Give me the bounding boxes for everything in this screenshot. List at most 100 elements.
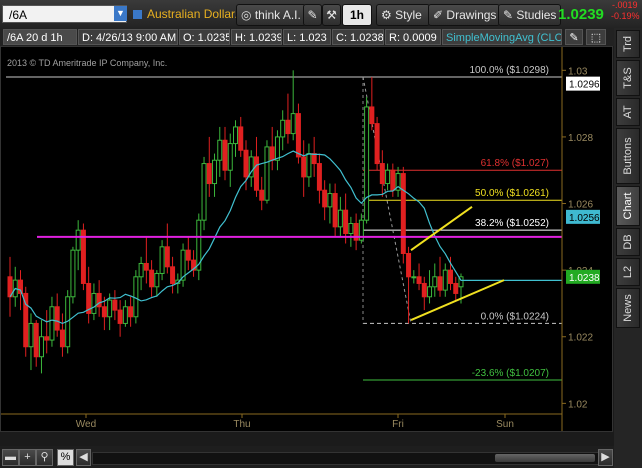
tab-trd[interactable]: Trd (616, 30, 640, 58)
candle-body[interactable] (432, 276, 438, 288)
candle-body[interactable] (75, 229, 81, 251)
tab-db[interactable]: DB (616, 228, 640, 256)
candle-body[interactable] (33, 322, 39, 358)
candle-body[interactable] (348, 223, 354, 235)
scroll-left-button[interactable]: ◀ (76, 449, 91, 466)
candle-body[interactable] (70, 249, 76, 298)
candle-body[interactable] (170, 266, 176, 284)
candle-body[interactable] (280, 119, 286, 138)
candle-body[interactable] (311, 153, 317, 165)
price-chart[interactable]: 2013 © TD Ameritrade IP Company, Inc. 10… (0, 46, 613, 432)
candle-body[interactable] (274, 136, 280, 161)
candle-body[interactable] (222, 139, 228, 171)
candle-body[interactable] (128, 306, 134, 318)
candle-body[interactable] (122, 306, 128, 324)
candle-body[interactable] (343, 209, 349, 235)
think-ai-button[interactable]: ◎ think A.I. (236, 4, 306, 26)
candle-body[interactable] (185, 249, 191, 261)
scrollbar-thumb[interactable] (495, 454, 595, 462)
tab-at[interactable]: AT (616, 98, 640, 126)
candle-body[interactable] (316, 163, 322, 191)
scroll-right-button[interactable]: ▶ (598, 449, 613, 466)
header-study-sma[interactable]: SimpleMovingAvg (CLO... (442, 29, 562, 45)
candle-body[interactable] (206, 163, 212, 185)
tab-ts[interactable]: T&S (616, 60, 640, 96)
drawings-button[interactable]: ✐ Drawings (428, 4, 500, 26)
candle-body[interactable] (243, 149, 249, 178)
candle-body[interactable] (38, 336, 44, 358)
candle-body[interactable] (442, 269, 448, 291)
zoom-out-button[interactable]: ▬ (2, 449, 19, 466)
candle-body[interactable] (264, 146, 270, 201)
drawing-tool-button[interactable]: ✎ (303, 4, 322, 26)
candle-body[interactable] (364, 106, 370, 221)
candle-body[interactable] (411, 276, 417, 279)
style-button[interactable]: ⚙ Style (376, 4, 430, 26)
candle-body[interactable] (295, 113, 301, 158)
candle-body[interactable] (374, 123, 380, 165)
price-chart-svg[interactable]: 2013 © TD Ameritrade IP Company, Inc. 10… (1, 47, 612, 431)
candle-body[interactable] (369, 106, 375, 125)
candle-body[interactable] (390, 169, 396, 191)
candle-body[interactable] (49, 306, 55, 341)
tab-buttons[interactable]: Buttons (616, 128, 640, 184)
candle-body[interactable] (253, 156, 259, 191)
candle-body[interactable] (332, 193, 338, 228)
candle-body[interactable] (149, 269, 155, 288)
candle-body[interactable] (154, 272, 160, 288)
candle-body[interactable] (285, 119, 291, 135)
candle-body[interactable] (269, 146, 275, 161)
candle-body[interactable] (59, 329, 65, 348)
candle-body[interactable] (406, 252, 412, 278)
studies-button[interactable]: ✎ Studies (498, 4, 561, 26)
candle-body[interactable] (327, 193, 333, 208)
candle-body[interactable] (453, 282, 459, 294)
candle-body[interactable] (427, 286, 433, 298)
candle-body[interactable] (400, 173, 406, 254)
info-icon[interactable] (133, 10, 142, 19)
zoom-fit-button[interactable]: ⚲ (36, 449, 53, 466)
zoom-in-button[interactable]: + (19, 449, 36, 466)
interval-button[interactable]: 1h (342, 4, 372, 26)
candle-body[interactable] (379, 163, 385, 185)
tab-news[interactable]: News (616, 288, 640, 328)
candle-body[interactable] (217, 139, 223, 161)
candle-body[interactable] (91, 292, 97, 314)
candle-body[interactable] (385, 169, 391, 185)
candle-body[interactable] (437, 276, 443, 291)
crosshair-tool-button[interactable]: ⚒ (322, 4, 341, 26)
header-settings-button[interactable]: ✎ (565, 29, 583, 45)
candle-body[interactable] (164, 246, 170, 268)
candle-body[interactable] (117, 309, 123, 324)
horizontal-scrollbar[interactable] (92, 452, 599, 465)
candle-body[interactable] (159, 246, 165, 274)
candle-body[interactable] (44, 336, 50, 341)
candle-body[interactable] (301, 156, 307, 178)
candle-body[interactable] (80, 229, 86, 284)
candle-body[interactable] (337, 209, 343, 228)
candle-body[interactable] (201, 163, 207, 221)
channel-upper-line[interactable] (410, 206, 473, 251)
candle-body[interactable] (112, 299, 118, 311)
candle-body[interactable] (306, 153, 312, 178)
candle-body[interactable] (259, 189, 265, 201)
candle-body[interactable] (28, 322, 34, 348)
header-maximize-button[interactable]: ⬚ (586, 29, 606, 45)
candle-body[interactable] (143, 262, 149, 271)
candle-body[interactable] (227, 143, 233, 171)
candle-body[interactable] (107, 299, 113, 318)
symbol-input[interactable]: /6A (2, 5, 127, 23)
percent-button[interactable]: % (57, 449, 74, 466)
candle-body[interactable] (101, 306, 107, 318)
candle-body[interactable] (138, 262, 144, 278)
symbol-dropdown-icon[interactable]: ▼ (114, 6, 127, 21)
candle-body[interactable] (290, 113, 296, 135)
candle-body[interactable] (448, 269, 454, 284)
candle-body[interactable] (238, 126, 244, 151)
candle-body[interactable] (322, 189, 328, 208)
tab-l2[interactable]: L2 (616, 258, 640, 286)
candle-body[interactable] (416, 276, 422, 284)
candle-body[interactable] (233, 126, 238, 145)
candle-body[interactable] (133, 276, 139, 318)
candle-body[interactable] (54, 306, 60, 331)
